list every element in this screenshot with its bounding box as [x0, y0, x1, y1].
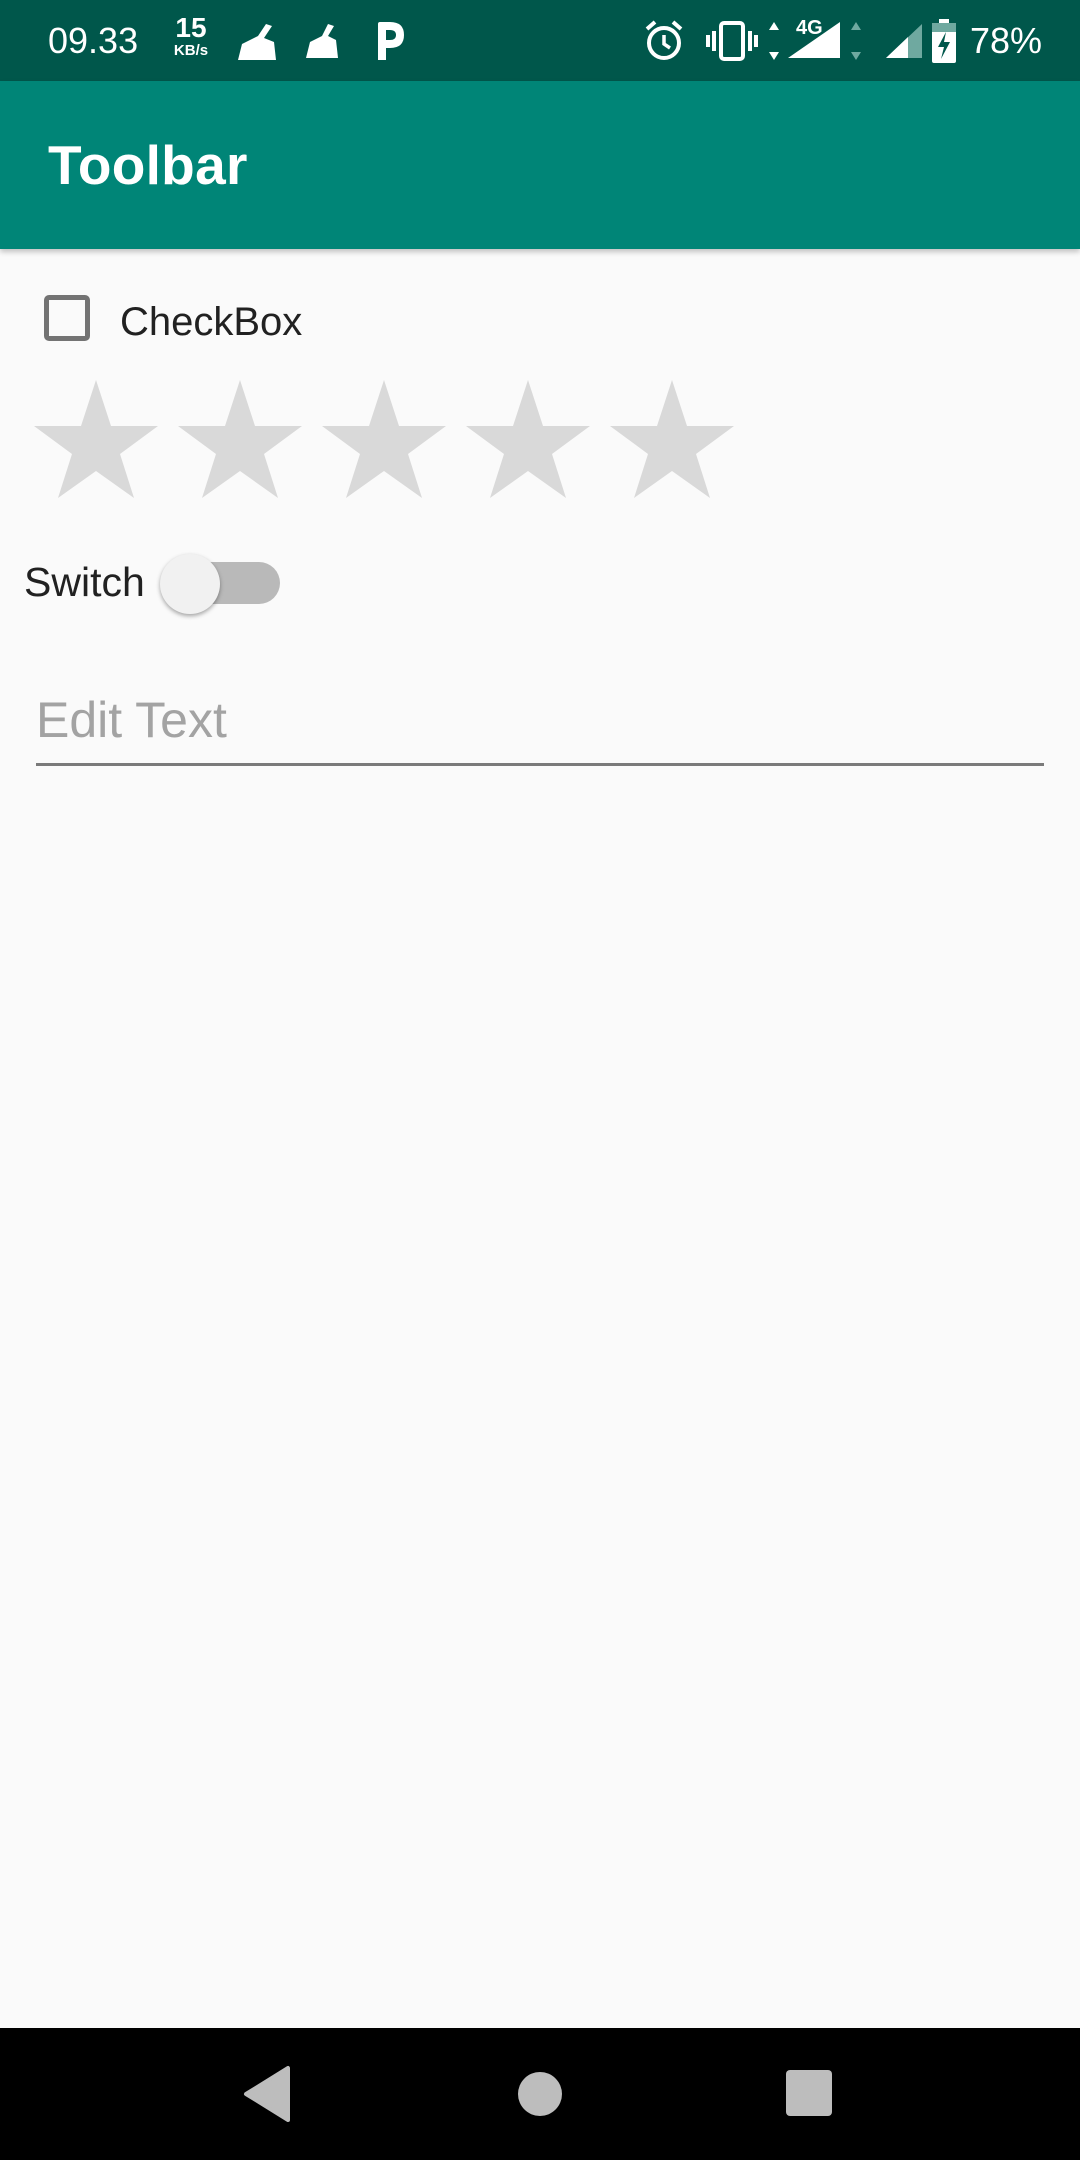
switch-thumb[interactable]	[160, 554, 220, 614]
edit-text[interactable]	[36, 680, 1044, 766]
signal-icon	[886, 24, 922, 58]
edit-text-input[interactable]	[36, 680, 1044, 760]
alarm-icon	[645, 20, 683, 60]
star-icon[interactable]	[464, 378, 592, 500]
recents-icon[interactable]	[774, 2058, 846, 2130]
navigation-bar	[0, 2028, 1080, 2160]
network-speed-value: 15	[175, 12, 207, 43]
battery-charging-icon	[932, 19, 956, 63]
network-type-label: 4G	[796, 17, 823, 39]
checkbox-box[interactable]	[44, 295, 90, 341]
p-icon	[378, 22, 404, 60]
vibrate-icon	[706, 21, 758, 61]
star-icon[interactable]	[176, 378, 304, 500]
star-icon[interactable]	[608, 378, 736, 500]
cleaner-icon	[306, 24, 338, 58]
signal-4g-icon: 4G	[769, 17, 861, 60]
broom-icon	[238, 24, 276, 60]
switch-label[interactable]: Switch	[24, 550, 145, 614]
network-speed: 15 KB/s	[168, 12, 214, 59]
checkbox-label[interactable]: CheckBox	[120, 292, 302, 352]
home-icon[interactable]	[504, 2058, 576, 2130]
star-icon[interactable]	[320, 378, 448, 500]
status-time: 09.33	[48, 20, 139, 61]
toolbar-title: Toolbar	[48, 134, 248, 196]
network-speed-unit: KB/s	[173, 42, 209, 59]
status-bar: 09.33 15 KB/s 4G 78%	[0, 0, 1080, 81]
battery-percent: 78%	[970, 20, 1043, 61]
star-icon[interactable]	[32, 378, 160, 500]
back-icon[interactable]	[232, 2058, 304, 2130]
toolbar: Toolbar	[0, 81, 1080, 249]
